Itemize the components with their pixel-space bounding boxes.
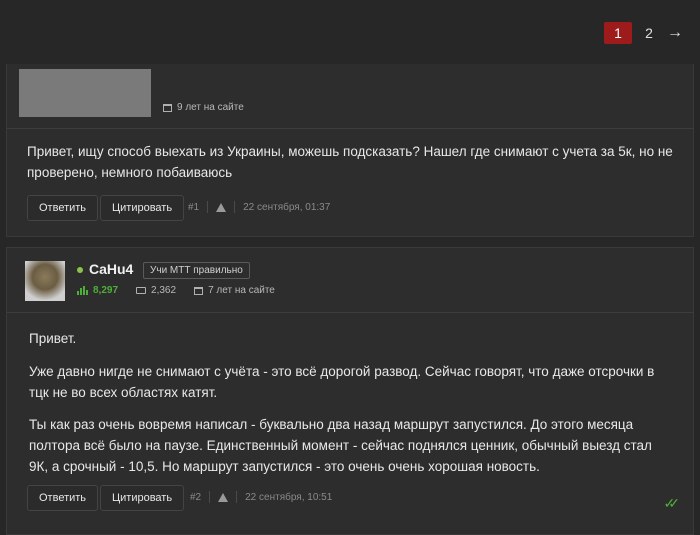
post-2: CaHu4 Учи МТТ правильно 8,297 2,362 7 ле…	[6, 247, 694, 535]
post-paragraph-1: Привет.	[29, 331, 77, 346]
calendar-icon	[194, 286, 204, 295]
divider	[207, 201, 209, 213]
pagination: 1 2 →	[604, 22, 684, 44]
user-title-badge: Учи МТТ правильно	[143, 262, 250, 279]
divider	[234, 201, 236, 213]
reply-button[interactable]: Ответить	[27, 195, 99, 221]
double-check-icon: ✓✓	[663, 495, 681, 511]
reply-button[interactable]: Ответить	[27, 485, 99, 511]
quote-button[interactable]: Цитировать	[100, 485, 185, 511]
page-1-link[interactable]: 1	[604, 22, 632, 44]
quote-button[interactable]: Цитировать	[100, 195, 185, 221]
years-on-site: 7 лет на сайте	[208, 285, 275, 296]
blurred-author-image	[19, 69, 151, 117]
post-date: 22 сентября, 01:37	[243, 201, 331, 213]
post-text: Привет, ищу способ выехать из Украины, м…	[27, 144, 673, 180]
post-header: CaHu4 Учи МТТ правильно 8,297 2,362 7 ле…	[7, 248, 693, 313]
warning-icon[interactable]	[216, 202, 227, 212]
member-since: 9 лет на сайте	[163, 102, 244, 113]
rating-value: 8,297	[93, 285, 119, 296]
post-footer-meta: #1 22 сентября, 01:37	[188, 201, 330, 213]
years-on-site: 9 лет на сайте	[177, 102, 244, 113]
post-number[interactable]: #2	[190, 492, 201, 503]
rating-icon	[77, 286, 88, 295]
arrow-right-icon[interactable]: →	[666, 22, 684, 44]
calendar-icon	[163, 103, 172, 112]
post-footer-meta: #2 22 сентября, 10:51	[190, 491, 332, 503]
username[interactable]: CaHu4	[89, 261, 133, 277]
post-paragraph-2: Уже давно нигде не снимают с учёта - это…	[29, 364, 655, 400]
post-paragraph-3: Ты как раз очень вовремя написал - буква…	[29, 417, 652, 474]
online-status-icon	[77, 267, 83, 273]
warning-icon[interactable]	[218, 492, 229, 502]
avatar[interactable]	[25, 261, 65, 301]
page-2-link[interactable]: 2	[640, 22, 658, 44]
message-count: 2,362	[151, 285, 177, 296]
post-number[interactable]: #1	[188, 202, 199, 213]
divider	[209, 491, 211, 503]
user-stats: 8,297 2,362 7 лет на сайте	[77, 285, 275, 296]
message-icon	[136, 287, 147, 294]
post-1: 9 лет на сайте Привет, ищу способ выехат…	[6, 64, 694, 237]
divider	[236, 491, 238, 503]
post-date: 22 сентября, 10:51	[245, 491, 333, 503]
post-header: 9 лет на сайте	[7, 64, 693, 129]
